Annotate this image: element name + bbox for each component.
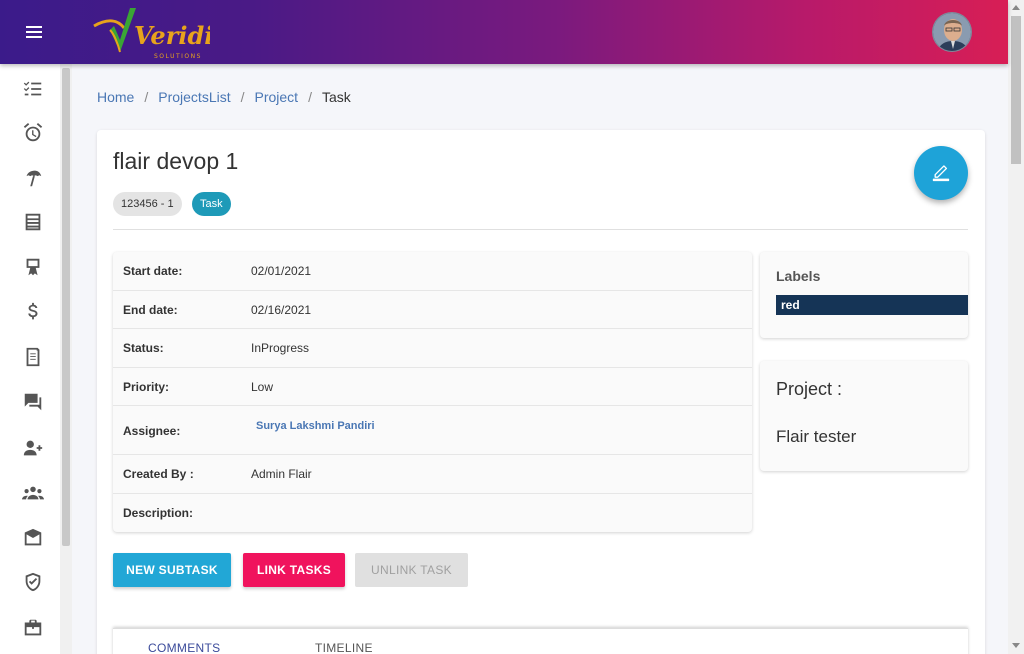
breadcrumb-current: Task bbox=[321, 89, 351, 105]
priority-value: Low bbox=[251, 380, 274, 394]
task-details-table: Start date: 02/01/2021 End date: 02/16/2… bbox=[113, 252, 752, 532]
detail-row-priority: Priority: Low bbox=[113, 368, 752, 406]
pencil-icon bbox=[932, 165, 950, 182]
briefcase-icon[interactable] bbox=[22, 617, 44, 639]
task-tabs: COMMENTS TIMELINE bbox=[113, 628, 968, 654]
project-panel: Project : Flair tester bbox=[760, 361, 968, 471]
scroll-up-arrow-icon[interactable] bbox=[1012, 5, 1020, 10]
start-date-value: 02/01/2021 bbox=[251, 264, 312, 278]
description-label: Description: bbox=[123, 506, 194, 520]
assignee-label: Assignee: bbox=[123, 424, 181, 438]
scroll-down-arrow-icon[interactable] bbox=[1012, 643, 1020, 648]
umbrella-icon[interactable] bbox=[22, 167, 44, 189]
labels-panel: Labels red bbox=[760, 252, 968, 338]
label-tag[interactable]: red bbox=[776, 295, 968, 315]
start-date-label: Start date: bbox=[123, 264, 183, 278]
breadcrumb-project[interactable]: Project bbox=[255, 89, 299, 105]
status-value: InProgress bbox=[251, 341, 310, 355]
link-tasks-button[interactable]: LINK TASKS bbox=[243, 553, 345, 587]
edit-task-button[interactable] bbox=[914, 146, 968, 200]
menu-bar bbox=[26, 36, 42, 38]
hamburger-menu-button[interactable] bbox=[22, 22, 46, 42]
breadcrumb-separator: / bbox=[308, 89, 312, 105]
priority-label: Priority: bbox=[123, 380, 170, 394]
add-user-icon[interactable] bbox=[22, 437, 44, 459]
project-heading: Project : bbox=[776, 379, 843, 399]
breadcrumb-projects-list[interactable]: ProjectsList bbox=[158, 89, 230, 105]
task-id-chip: 123456 - 1 bbox=[113, 192, 182, 216]
tab-comments[interactable]: COMMENTS bbox=[148, 641, 220, 654]
top-app-bar: Veridic SOLUTIONS bbox=[0, 0, 1008, 64]
end-date-value: 02/16/2021 bbox=[251, 303, 312, 317]
menu-bar bbox=[26, 26, 42, 28]
created-by-label: Created By : bbox=[123, 467, 194, 481]
project-name: Flair tester bbox=[776, 427, 857, 446]
chat-icon[interactable] bbox=[22, 391, 44, 413]
alarm-clock-icon[interactable] bbox=[22, 122, 44, 144]
menu-bar bbox=[26, 31, 42, 33]
unlink-task-button[interactable]: UNLINK TASK bbox=[355, 553, 468, 587]
tab-timeline[interactable]: TIMELINE bbox=[315, 641, 373, 654]
breadcrumb-separator: / bbox=[144, 89, 149, 105]
task-list-icon[interactable] bbox=[22, 78, 44, 100]
status-label: Status: bbox=[123, 341, 164, 355]
certificate-icon[interactable] bbox=[22, 256, 44, 278]
mail-box-icon[interactable] bbox=[22, 527, 44, 549]
end-date-label: End date: bbox=[123, 303, 178, 317]
veridic-logo[interactable]: Veridic SOLUTIONS bbox=[90, 4, 228, 60]
shield-check-icon[interactable] bbox=[22, 571, 44, 593]
detail-row-status: Status: InProgress bbox=[113, 329, 752, 368]
breadcrumb-separator: / bbox=[240, 89, 245, 105]
user-avatar[interactable] bbox=[932, 12, 972, 52]
detail-row-created-by: Created By : Admin Flair bbox=[113, 455, 752, 494]
detail-row-assignee: Assignee: Surya Lakshmi Pandiri bbox=[113, 406, 752, 455]
page-scrollbar[interactable] bbox=[1008, 0, 1024, 654]
page-scrollbar-thumb[interactable] bbox=[1011, 16, 1021, 164]
logo-mark-icon: Veridic SOLUTIONS bbox=[93, 8, 228, 60]
document-icon[interactable] bbox=[22, 346, 44, 368]
svg-text:SOLUTIONS: SOLUTIONS bbox=[154, 53, 202, 60]
task-title: flair devop 1 bbox=[113, 148, 239, 174]
labels-heading: Labels bbox=[776, 268, 821, 284]
breadcrumb: Home / ProjectsList / Project / Task bbox=[97, 89, 351, 105]
sidebar-scrollbar-thumb[interactable] bbox=[62, 68, 70, 546]
grid-list-icon[interactable] bbox=[22, 211, 44, 233]
breadcrumb-home[interactable]: Home bbox=[97, 89, 134, 105]
detail-row-start-date: Start date: 02/01/2021 bbox=[113, 252, 752, 291]
created-by-value: Admin Flair bbox=[251, 467, 312, 481]
dollar-icon[interactable] bbox=[22, 301, 44, 323]
sidebar-nav bbox=[0, 64, 72, 654]
group-icon[interactable] bbox=[22, 482, 44, 504]
detail-row-description: Description: bbox=[113, 494, 752, 532]
task-type-chip: Task bbox=[192, 192, 231, 216]
assignee-link[interactable]: Surya Lakshmi Pandiri bbox=[256, 420, 375, 432]
new-subtask-button[interactable]: NEW SUBTASK bbox=[113, 553, 231, 587]
task-detail-card: flair devop 1 123456 - 1 Task Start date… bbox=[97, 130, 985, 654]
header-divider bbox=[113, 229, 968, 230]
svg-text:Veridic: Veridic bbox=[134, 21, 210, 50]
avatar-photo-icon bbox=[933, 13, 971, 51]
detail-row-end-date: End date: 02/16/2021 bbox=[113, 291, 752, 329]
